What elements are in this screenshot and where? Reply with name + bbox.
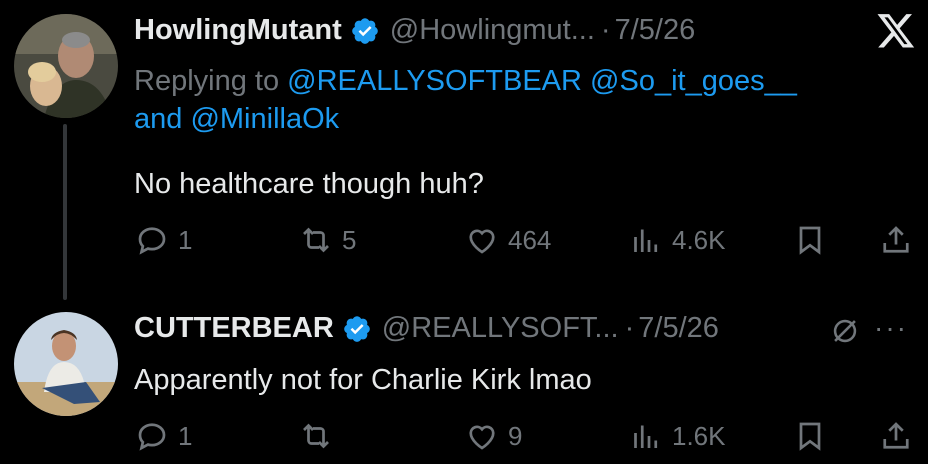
action-bar: 1 5 464 4.6K (134, 222, 914, 262)
share-icon (883, 226, 909, 253)
tweet-date[interactable]: 7/5/26 (638, 312, 719, 345)
like-count: 464 (508, 224, 552, 255)
repost-icon (303, 423, 329, 449)
reply-count: 1 (178, 420, 193, 451)
reply-count: 1 (178, 224, 193, 255)
views-count: 4.6K (672, 224, 726, 255)
like-button[interactable]: 464 (464, 222, 551, 258)
mention-link[interactable]: @MinillaOk (190, 103, 339, 135)
display-name[interactable]: CUTTERBEAR (134, 312, 334, 345)
repost-button[interactable] (298, 418, 342, 454)
bookmark-button[interactable] (792, 418, 828, 454)
views-icon (634, 425, 658, 448)
tweet-header: HowlingMutant @Howlingmut... · 7/5/26 (134, 14, 695, 47)
mention-link[interactable]: @REALLYSOFTBEAR (287, 65, 582, 97)
x-logo-icon[interactable] (876, 10, 916, 50)
like-button[interactable]: 9 (464, 418, 522, 454)
bookmark-icon (799, 226, 821, 255)
separator-dot: · (624, 312, 635, 344)
tweet-date[interactable]: 7/5/26 (615, 14, 696, 47)
views-button[interactable]: 1.6K (628, 418, 726, 454)
share-icon (883, 422, 909, 449)
reply-icon (138, 227, 166, 255)
share-button[interactable] (878, 418, 914, 454)
user-handle[interactable]: @REALLYSOFT... (382, 312, 619, 345)
reply-button[interactable]: 1 (134, 418, 192, 454)
avatar[interactable] (14, 14, 118, 118)
avatar[interactable] (14, 312, 118, 416)
replying-prefix: Replying to (134, 65, 280, 97)
views-button[interactable]: 4.6K (628, 222, 726, 258)
like-icon (469, 229, 495, 254)
verified-badge-icon (343, 315, 370, 342)
bookmark-button[interactable] (792, 222, 828, 258)
tweet-text: Apparently not for Charlie Kirk lmao (134, 364, 592, 396)
user-handle[interactable]: @Howlingmut... (390, 14, 595, 47)
repost-count: 5 (342, 224, 357, 255)
mention-link[interactable]: @So_it_goes__ (590, 65, 797, 97)
mute-icon[interactable] (828, 314, 862, 348)
and-text: and (134, 103, 183, 135)
repost-button[interactable]: 5 (298, 222, 356, 258)
thread-line (63, 124, 67, 300)
reply-icon (138, 423, 166, 451)
share-button[interactable] (878, 222, 914, 258)
action-bar: 1 9 1.6K (134, 418, 914, 458)
display-name[interactable]: HowlingMutant (134, 14, 342, 47)
separator-dot: · (600, 14, 611, 46)
reply-button[interactable]: 1 (134, 222, 192, 258)
replying-to: Replying to @REALLYSOFTBEAR @So_it_goes_… (134, 62, 894, 138)
views-icon (634, 229, 658, 252)
tweet-text: No healthcare though huh? (134, 168, 484, 200)
verified-badge-icon (351, 17, 378, 44)
more-icon[interactable]: ··· (874, 312, 908, 344)
repost-icon (303, 227, 329, 253)
tweet-header: CUTTERBEAR @REALLYSOFT... · 7/5/26 (134, 312, 719, 345)
like-icon (469, 425, 495, 450)
bookmark-icon (799, 422, 821, 451)
like-count: 9 (508, 420, 523, 451)
views-count: 1.6K (672, 420, 726, 451)
